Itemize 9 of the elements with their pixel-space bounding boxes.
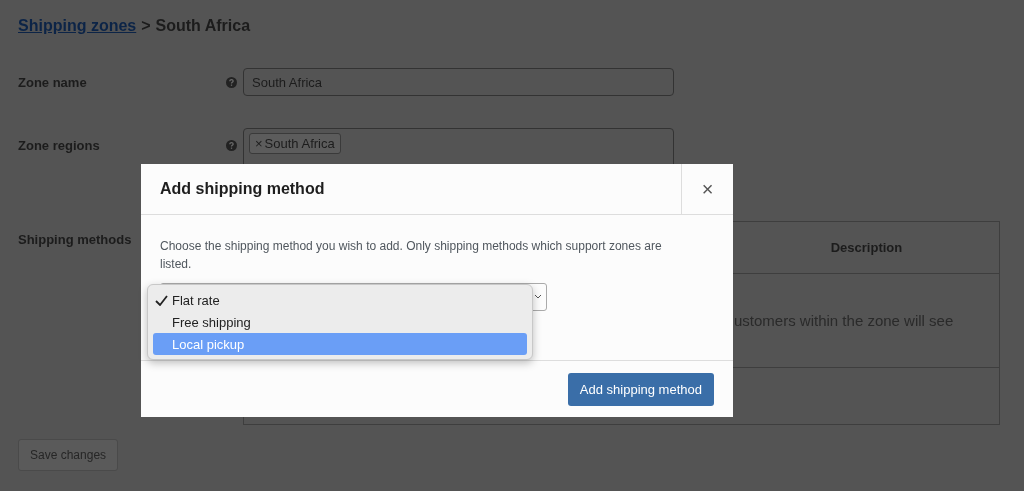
- field-label: Zone regions: [18, 137, 101, 153]
- field-label: Zone name: [18, 74, 88, 90]
- field-label: Shipping methods: [18, 231, 132, 247]
- column-header: Description: [829, 240, 904, 255]
- modal-title: Add shipping method: [159, 180, 326, 198]
- breadcrumb-separator: >: [141, 17, 151, 35]
- tag-label: South Africa: [264, 136, 335, 151]
- modal-description: Choose the shipping method you wish to add. Only shipping methods which support zones are listed.: [160, 238, 663, 273]
- breadcrumb-current: South Africa: [155, 17, 251, 35]
